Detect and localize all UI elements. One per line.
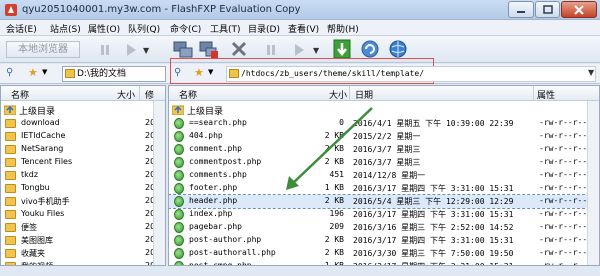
annotation-arrow bbox=[286, 107, 373, 190]
status-bar bbox=[0, 266, 600, 276]
